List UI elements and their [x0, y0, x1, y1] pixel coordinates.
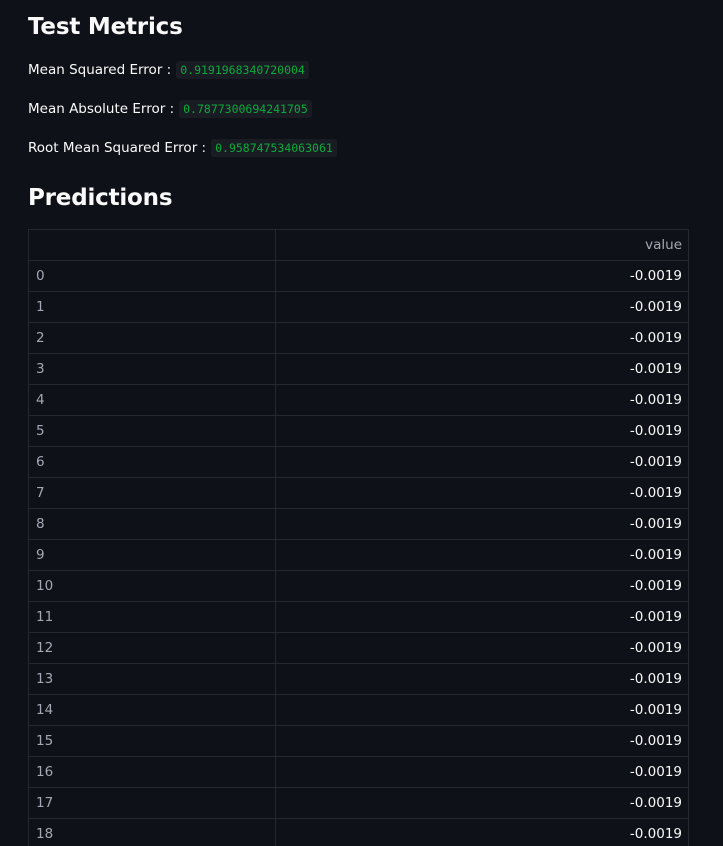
row-index-cell[interactable]: 6 — [29, 447, 276, 477]
row-index-cell[interactable]: 11 — [29, 602, 276, 632]
table-row: 9 -0.0019 — [29, 540, 688, 571]
table-header-row: value — [29, 230, 688, 261]
table-row: 2 -0.0019 — [29, 323, 688, 354]
table-row: 5 -0.0019 — [29, 416, 688, 447]
row-index-cell[interactable]: 15 — [29, 726, 276, 756]
row-value-cell[interactable]: -0.0019 — [276, 485, 688, 501]
row-value-cell[interactable]: -0.0019 — [276, 640, 688, 656]
table-row: 12 -0.0019 — [29, 633, 688, 664]
value-column-header[interactable]: value — [276, 237, 688, 253]
row-value-cell[interactable]: -0.0019 — [276, 361, 688, 377]
row-value-cell[interactable]: -0.0019 — [276, 547, 688, 563]
row-value-cell[interactable]: -0.0019 — [276, 671, 688, 687]
row-index-cell[interactable]: 10 — [29, 571, 276, 601]
row-index-cell[interactable]: 2 — [29, 323, 276, 353]
row-value-cell[interactable]: -0.0019 — [276, 299, 688, 315]
row-value-cell[interactable]: -0.0019 — [276, 454, 688, 470]
mae-metric: Mean Absolute Error : 0.7877300694241705 — [28, 100, 312, 118]
row-value-cell[interactable]: -0.0019 — [276, 609, 688, 625]
table-row: 4 -0.0019 — [29, 385, 688, 416]
table-row: 15 -0.0019 — [29, 726, 688, 757]
row-index-cell[interactable]: 16 — [29, 757, 276, 787]
row-index-cell[interactable]: 8 — [29, 509, 276, 539]
row-value-cell[interactable]: -0.0019 — [276, 795, 688, 811]
table-row: 13 -0.0019 — [29, 664, 688, 695]
index-column-header[interactable] — [29, 230, 276, 260]
table-row: 14 -0.0019 — [29, 695, 688, 726]
rmse-value: 0.958747534063061 — [211, 139, 337, 157]
mse-value: 0.9191968340720004 — [176, 61, 309, 79]
row-index-cell[interactable]: 17 — [29, 788, 276, 818]
predictions-heading: Predictions — [28, 185, 173, 211]
row-value-cell[interactable]: -0.0019 — [276, 764, 688, 780]
row-value-cell[interactable]: -0.0019 — [276, 392, 688, 408]
row-index-cell[interactable]: 0 — [29, 261, 276, 291]
row-value-cell[interactable]: -0.0019 — [276, 516, 688, 532]
row-index-cell[interactable]: 1 — [29, 292, 276, 322]
row-value-cell[interactable]: -0.0019 — [276, 733, 688, 749]
mse-label: Mean Squared Error : — [28, 62, 172, 78]
row-index-cell[interactable]: 4 — [29, 385, 276, 415]
test-metrics-heading: Test Metrics — [28, 14, 183, 40]
predictions-table[interactable]: value 0 -0.0019 1 -0.0019 2 -0.0019 3 -0.0019 4-… — [28, 229, 689, 846]
rmse-label: Root Mean Squared Error : — [28, 140, 207, 156]
table-row: 3 -0.0019 — [29, 354, 688, 385]
row-index-cell[interactable]: 18 — [29, 819, 276, 846]
row-index-cell[interactable]: 7 — [29, 478, 276, 508]
table-row: 16 -0.0019 — [29, 757, 688, 788]
table-row: 10 -0.0019 — [29, 571, 688, 602]
row-index-cell[interactable]: 3 — [29, 354, 276, 384]
table-row: 7 -0.0019 — [29, 478, 688, 509]
row-index-cell[interactable]: 9 — [29, 540, 276, 570]
table-row: 17 -0.0019 — [29, 788, 688, 819]
table-row: 8 -0.0019 — [29, 509, 688, 540]
row-index-cell[interactable]: 13 — [29, 664, 276, 694]
table-row: 11 -0.0019 — [29, 602, 688, 633]
row-value-cell[interactable]: -0.0019 — [276, 702, 688, 718]
mae-label: Mean Absolute Error : — [28, 101, 175, 117]
row-index-cell[interactable]: 5 — [29, 416, 276, 446]
mse-metric: Mean Squared Error : 0.9191968340720004 — [28, 61, 309, 79]
row-index-cell[interactable]: 14 — [29, 695, 276, 725]
table-row: 18 -0.0019 — [29, 819, 688, 846]
row-value-cell[interactable]: -0.0019 — [276, 423, 688, 439]
rmse-metric: Root Mean Squared Error : 0.958747534063… — [28, 139, 337, 157]
row-value-cell[interactable]: -0.0019 — [276, 826, 688, 842]
row-value-cell[interactable]: -0.0019 — [276, 578, 688, 594]
row-value-cell[interactable]: -0.0019 — [276, 268, 688, 284]
table-row: 0 -0.0019 — [29, 261, 688, 292]
table-row: 1 -0.0019 — [29, 292, 688, 323]
table-row: 6 -0.0019 — [29, 447, 688, 478]
row-index-cell[interactable]: 12 — [29, 633, 276, 663]
mae-value: 0.7877300694241705 — [179, 100, 312, 118]
row-value-cell[interactable]: -0.0019 — [276, 330, 688, 346]
